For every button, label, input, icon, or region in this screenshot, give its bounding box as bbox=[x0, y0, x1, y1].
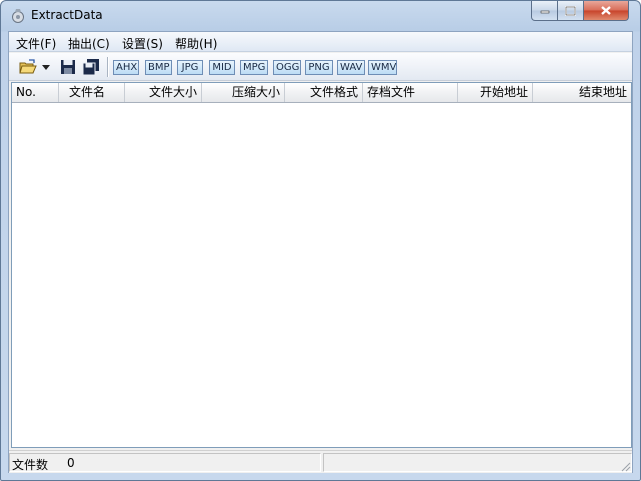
open-folder-icon[interactable] bbox=[19, 58, 37, 76]
filter-wmv[interactable]: WMV bbox=[368, 60, 397, 75]
file-count-label: 文件数 bbox=[12, 458, 49, 472]
column-header-filesize[interactable]: 文件大小 bbox=[125, 83, 202, 102]
app-icon bbox=[12, 9, 24, 23]
maximize-button[interactable] bbox=[557, 1, 584, 21]
toolbar: AHX BMP JPG MID MPG OGG PNG WAV WMV bbox=[9, 53, 632, 81]
maximize-icon bbox=[565, 5, 576, 16]
column-header-end-address[interactable]: 结束地址 bbox=[533, 83, 631, 102]
menu-settings[interactable]: 设置(S) bbox=[122, 35, 163, 52]
filter-mpg[interactable]: MPG bbox=[240, 60, 268, 75]
dropdown-arrow-icon[interactable] bbox=[41, 58, 51, 76]
resize-grip-icon[interactable] bbox=[619, 460, 631, 472]
save-all-icon[interactable] bbox=[82, 58, 100, 76]
close-button[interactable] bbox=[583, 1, 629, 21]
file-count-value: 0 bbox=[67, 456, 75, 470]
filter-ahx[interactable]: AHX bbox=[113, 60, 139, 75]
column-header-start-address[interactable]: 开始地址 bbox=[458, 83, 533, 102]
column-header-format[interactable]: 文件格式 bbox=[285, 83, 363, 102]
menu-file[interactable]: 文件(F) bbox=[16, 35, 56, 52]
filter-mid[interactable]: MID bbox=[209, 60, 235, 75]
window-title: ExtractData bbox=[31, 8, 103, 22]
status-pane-count bbox=[9, 453, 321, 472]
save-icon[interactable] bbox=[59, 58, 77, 76]
app-window: ExtractData 文件(F) 抽出(C) 设置(S) 帮助(H) AHX … bbox=[0, 0, 641, 481]
filter-jpg[interactable]: JPG bbox=[177, 60, 203, 75]
column-header-filename[interactable]: 文件名 bbox=[59, 83, 125, 102]
minimize-icon bbox=[540, 10, 549, 13]
menu-bar: 文件(F) 抽出(C) 设置(S) 帮助(H) bbox=[9, 32, 632, 52]
list-header: No. 文件名 文件大小 压缩大小 文件格式 存档文件 开始地址 结束地址 bbox=[12, 83, 631, 103]
minimize-button[interactable] bbox=[531, 1, 558, 21]
filter-bmp[interactable]: BMP bbox=[145, 60, 172, 75]
menu-extract[interactable]: 抽出(C) bbox=[68, 35, 110, 52]
title-bar[interactable]: ExtractData bbox=[1, 1, 640, 31]
filter-ogg[interactable]: OGG bbox=[273, 60, 301, 75]
filter-wav[interactable]: WAV bbox=[337, 60, 365, 75]
client-area: 文件(F) 抽出(C) 设置(S) 帮助(H) AHX BMP JPG MID … bbox=[8, 31, 633, 473]
column-header-compressed-size[interactable]: 压缩大小 bbox=[202, 83, 285, 102]
close-icon bbox=[601, 6, 611, 15]
toolbar-separator bbox=[107, 57, 109, 77]
file-list[interactable]: No. 文件名 文件大小 压缩大小 文件格式 存档文件 开始地址 结束地址 bbox=[11, 82, 632, 448]
menu-help[interactable]: 帮助(H) bbox=[175, 35, 217, 52]
column-header-archive[interactable]: 存档文件 bbox=[363, 83, 458, 102]
status-pane-extra bbox=[323, 453, 632, 472]
column-header-no[interactable]: No. bbox=[12, 83, 59, 102]
filter-png[interactable]: PNG bbox=[305, 60, 333, 75]
status-bar: 文件数 0 bbox=[9, 450, 632, 473]
